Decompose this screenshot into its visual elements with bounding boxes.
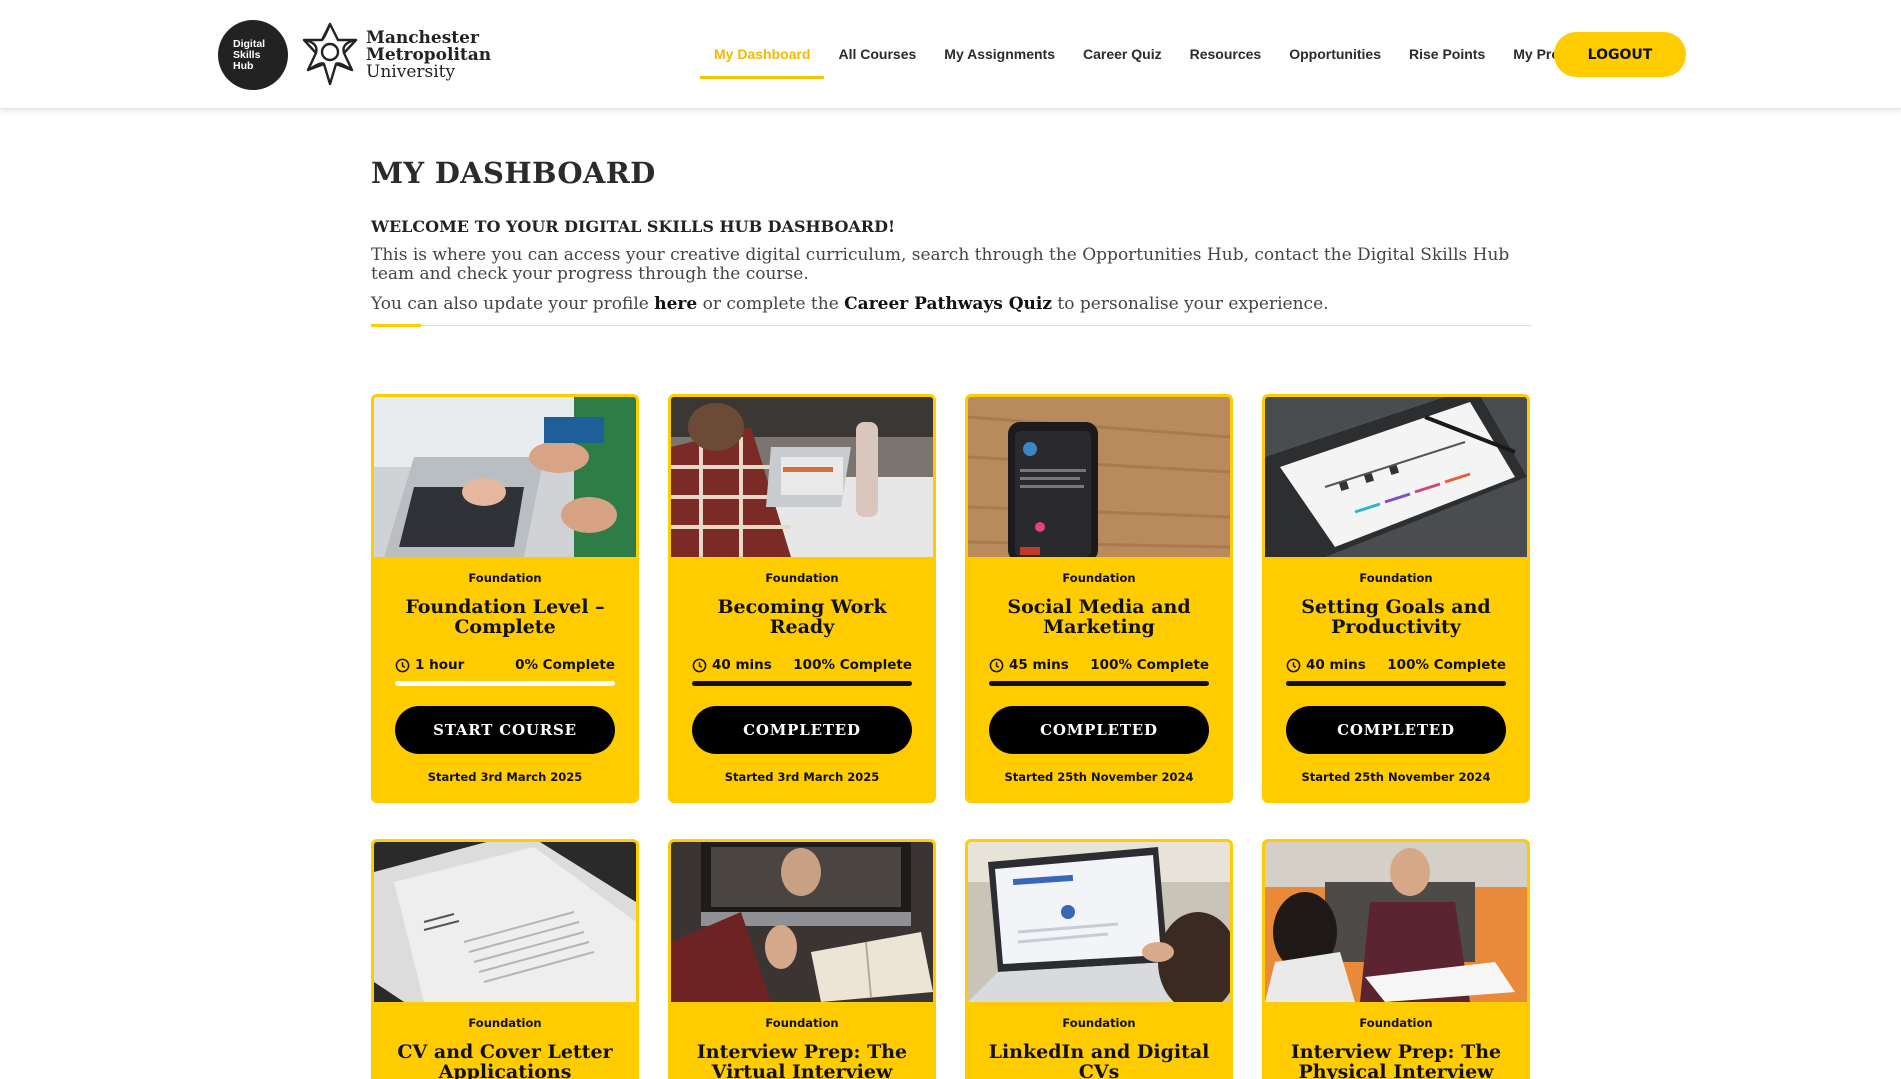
- course-progress-fill: [1286, 681, 1506, 686]
- clock-icon: [1286, 658, 1301, 672]
- course-progress-label: 0% Complete: [515, 657, 615, 673]
- laptop-hands-photo: [374, 397, 636, 557]
- course-card[interactable]: Foundation Interview Prep: The Virtual I…: [668, 839, 936, 1079]
- start-course-button[interactable]: START COURSE: [395, 706, 615, 754]
- course-level: Foundation: [1359, 1016, 1433, 1030]
- nav-opportunities[interactable]: Opportunities: [1275, 33, 1395, 77]
- course-level: Foundation: [765, 571, 839, 585]
- clock-icon: [692, 658, 707, 672]
- logo[interactable]: Digital Skills Hub Manchester Metropolit…: [218, 19, 491, 91]
- course-level: Foundation: [1062, 571, 1136, 585]
- university-name-line: Manchester: [366, 27, 479, 48]
- smartphone-photo: [968, 397, 1230, 557]
- course-level: Foundation: [468, 1016, 542, 1030]
- course-card[interactable]: Foundation Interview Prep: The Physical …: [1262, 839, 1530, 1079]
- course-title: Interview Prep: The Virtual Interview: [696, 1041, 908, 1079]
- course-progress-fill: [692, 681, 912, 686]
- video-call-photo: [671, 842, 933, 1002]
- course-title: CV and Cover Letter Applications: [397, 1041, 613, 1079]
- hub-logo-line: Digital: [233, 37, 266, 50]
- completed-button[interactable]: COMPLETED: [1286, 706, 1506, 754]
- completed-button[interactable]: COMPLETED: [692, 706, 912, 754]
- divider: [371, 325, 1531, 326]
- course-meta: 45 mins 100% Complete: [989, 657, 1209, 673]
- course-level: Foundation: [1359, 571, 1433, 585]
- course-meta: 1 hour 0% Complete: [395, 657, 615, 673]
- completed-button[interactable]: COMPLETED: [989, 706, 1209, 754]
- intro-text: or complete the: [697, 294, 845, 314]
- hub-logo-line: Hub: [233, 59, 254, 72]
- course-level: Foundation: [765, 1016, 839, 1030]
- profile-link[interactable]: here: [654, 294, 697, 314]
- course-started-date: Started 3rd March 2025: [724, 770, 880, 784]
- course-card[interactable]: Foundation Setting Goals and Productivit…: [1262, 394, 1530, 803]
- nav-rise-points[interactable]: Rise Points: [1395, 33, 1499, 77]
- hub-logo-line: Skills: [233, 48, 261, 61]
- clock-icon: [989, 658, 1004, 672]
- course-title: Interview Prep: The Physical Interview: [1290, 1041, 1502, 1079]
- intro-paragraph-profile: You can also update your profile here or…: [371, 295, 1531, 314]
- course-started-date: Started 25th November 2024: [1004, 770, 1194, 784]
- course-title: LinkedIn and Digital CVs: [988, 1041, 1210, 1079]
- course-title: Foundation Level – Complete: [405, 596, 605, 638]
- course-progress-bar: [1286, 681, 1506, 686]
- course-card[interactable]: Foundation Social Media and Marketing 45…: [965, 394, 1233, 803]
- course-progress-label: 100% Complete: [1387, 657, 1506, 673]
- main-nav: My Dashboard All Courses My Assignments …: [700, 33, 1594, 79]
- intro-text: to personalise your experience.: [1052, 294, 1329, 314]
- course-level: Foundation: [468, 571, 542, 585]
- course-title: Setting Goals and Productivity: [1301, 596, 1491, 638]
- university-name-line: University: [366, 61, 456, 82]
- course-duration: 1 hour: [395, 657, 464, 673]
- project-timeline-photo: [1265, 397, 1527, 557]
- course-duration-text: 1 hour: [415, 657, 465, 673]
- course-duration-text: 40 mins: [712, 657, 772, 673]
- digital-skills-hub-logo: Digital Skills Hub: [218, 20, 288, 90]
- site-header: Digital Skills Hub Manchester Metropolit…: [0, 0, 1901, 109]
- course-duration: 40 mins: [692, 657, 772, 673]
- nav-my-dashboard[interactable]: My Dashboard: [700, 33, 825, 79]
- nav-all-courses[interactable]: All Courses: [824, 33, 930, 77]
- career-quiz-link[interactable]: Career Pathways Quiz: [844, 294, 1052, 314]
- divider-accent: [371, 324, 421, 327]
- course-duration: 45 mins: [989, 657, 1069, 673]
- course-meta: 40 mins 100% Complete: [1286, 657, 1506, 673]
- course-progress-bar: [989, 681, 1209, 686]
- course-title: Social Media and Marketing: [1007, 596, 1191, 638]
- university-name-line: Metropolitan: [366, 44, 492, 65]
- course-progress-fill: [989, 681, 1209, 686]
- course-card[interactable]: Foundation Becoming Work Ready 40 mins 1…: [668, 394, 936, 803]
- nav-my-assignments[interactable]: My Assignments: [930, 33, 1069, 77]
- nav-career-quiz[interactable]: Career Quiz: [1069, 33, 1176, 77]
- course-progress-bar: [692, 681, 912, 686]
- logout-button[interactable]: LOGOUT: [1554, 32, 1686, 77]
- course-progress-label: 100% Complete: [1090, 657, 1209, 673]
- course-level: Foundation: [1062, 1016, 1136, 1030]
- mmu-crest-icon: [302, 22, 358, 86]
- course-progress-bar: [395, 681, 615, 686]
- university-name: Manchester Metropolitan University: [366, 27, 492, 82]
- course-title: Becoming Work Ready: [717, 596, 887, 638]
- course-card[interactable]: Foundation CV and Cover Letter Applicati…: [371, 839, 639, 1079]
- course-started-date: Started 3rd March 2025: [427, 770, 583, 784]
- course-duration: 40 mins: [1286, 657, 1366, 673]
- intro-text: You can also update your profile: [371, 294, 655, 314]
- course-meta: 40 mins 100% Complete: [692, 657, 912, 673]
- cv-document-photo: [374, 842, 636, 1002]
- page-title: MY DASHBOARD: [371, 156, 656, 190]
- interview-photo: [1265, 842, 1527, 1002]
- course-started-date: Started 25th November 2024: [1301, 770, 1491, 784]
- laptop-linkedin-photo: [968, 842, 1230, 1002]
- intro-paragraph: This is where you can access your creati…: [371, 245, 1510, 284]
- course-card[interactable]: Foundation Foundation Level – Complete 1…: [371, 394, 639, 803]
- welcome-heading: WELCOME TO YOUR DIGITAL SKILLS HUB DASHB…: [371, 217, 895, 236]
- course-progress-label: 100% Complete: [793, 657, 912, 673]
- course-duration-text: 40 mins: [1306, 657, 1366, 673]
- nav-resources[interactable]: Resources: [1176, 33, 1276, 77]
- course-duration-text: 45 mins: [1009, 657, 1069, 673]
- course-card[interactable]: Foundation LinkedIn and Digital CVs: [965, 839, 1233, 1079]
- clock-icon: [395, 658, 410, 672]
- student-laptop-photo: [671, 397, 933, 557]
